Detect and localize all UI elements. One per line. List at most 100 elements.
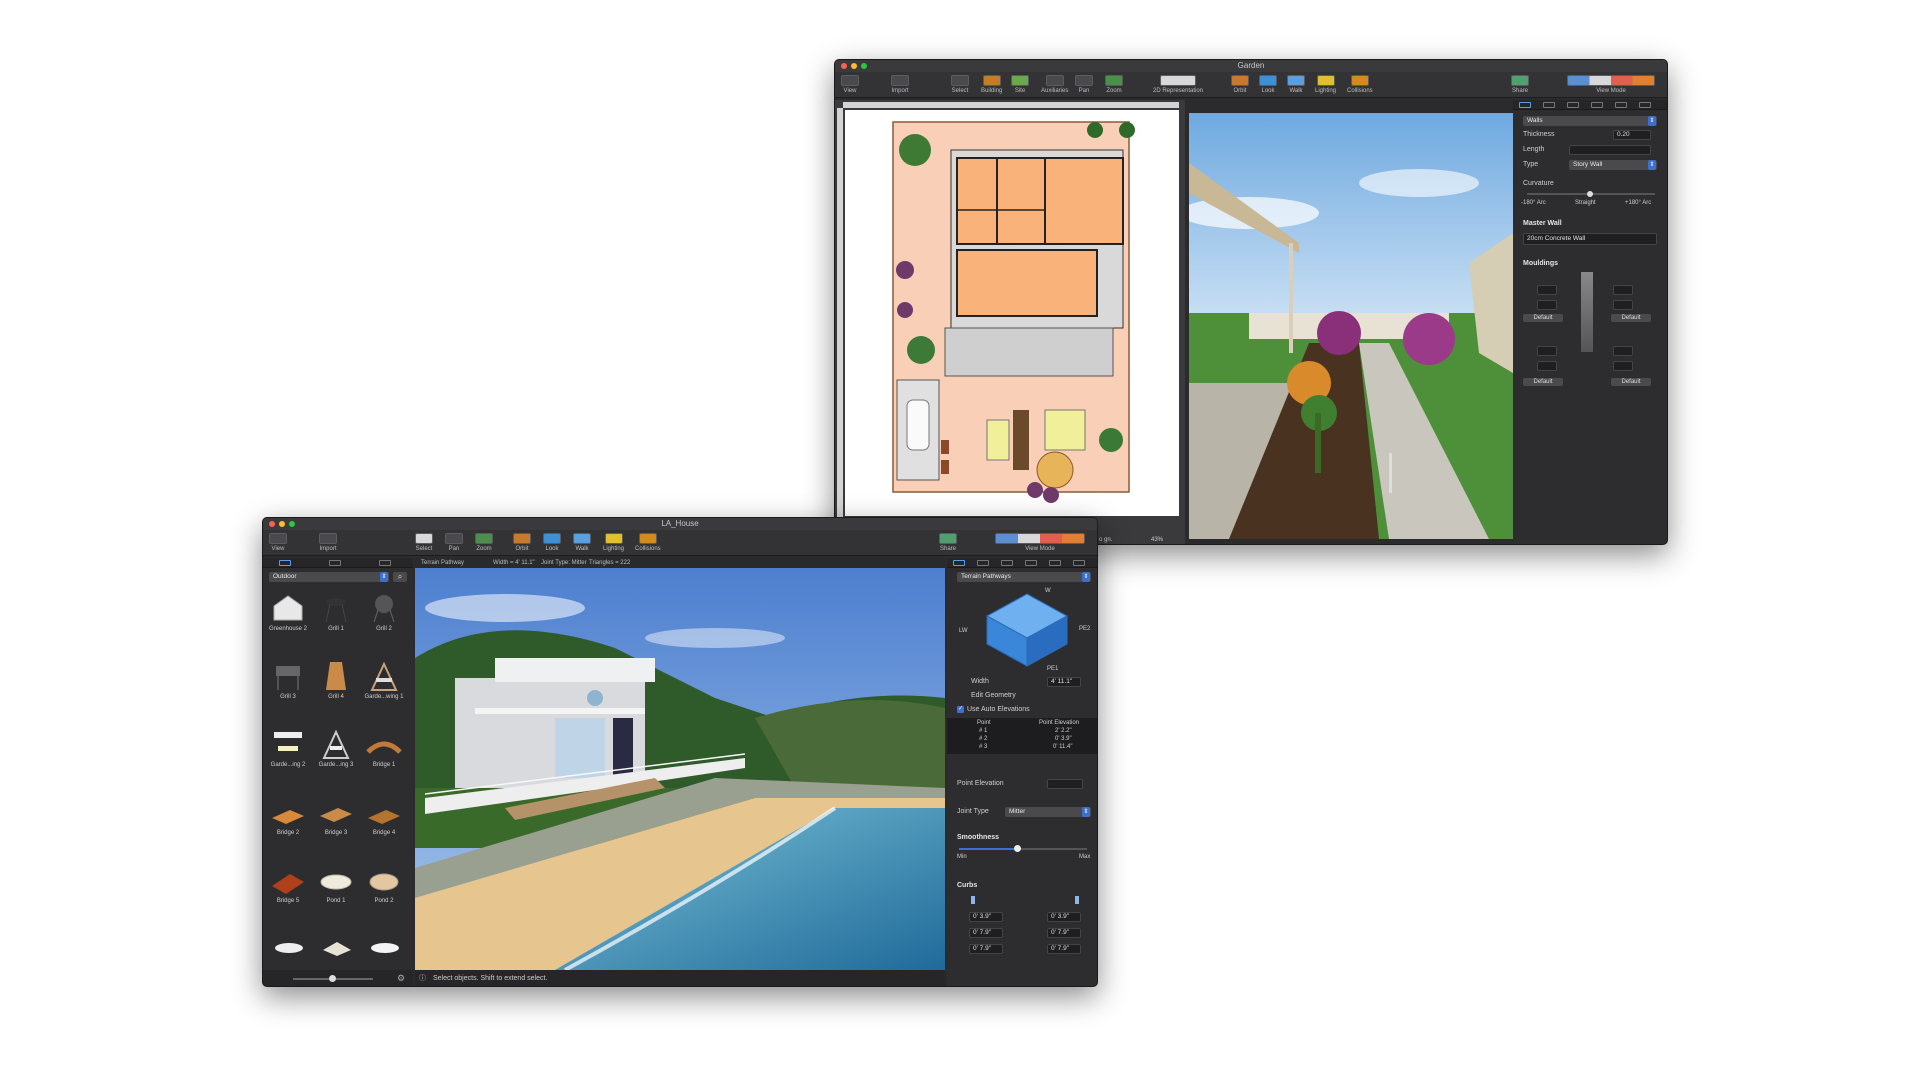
plan-view[interactable]: 43% o gn.: [835, 100, 1185, 544]
walk-tool[interactable]: Walk: [1287, 75, 1305, 94]
moulding-field-3[interactable]: [1613, 285, 1633, 295]
orbit-tool[interactable]: Orbit: [513, 533, 531, 552]
library-search-icon[interactable]: ⌕: [393, 572, 407, 582]
share-button[interactable]: Share: [939, 533, 957, 552]
pan-tool[interactable]: Pan: [1075, 75, 1093, 94]
zoom-button[interactable]: [289, 521, 295, 527]
point-elevation-field[interactable]: [1047, 779, 1083, 789]
look-tool[interactable]: Look: [543, 533, 561, 552]
curb-depth-left[interactable]: 0' 7.9": [969, 944, 1003, 954]
table-row[interactable]: # 2 0' 3.9": [947, 736, 1097, 744]
tab-objects-icon[interactable]: [279, 560, 291, 566]
tab-materials-icon[interactable]: [329, 560, 341, 566]
close-button[interactable]: [841, 63, 847, 69]
tab-settings-icon[interactable]: [1049, 560, 1061, 566]
library-zoom-thumb[interactable]: [329, 975, 336, 982]
share-button[interactable]: Share: [1511, 75, 1529, 94]
library-item[interactable]: Grill 1: [315, 592, 357, 632]
object-type-select[interactable]: Walls: [1523, 116, 1657, 126]
orbit-tool[interactable]: Orbit: [1231, 75, 1249, 94]
walk-tool[interactable]: Walk: [573, 533, 591, 552]
smoothness-slider[interactable]: [959, 845, 1087, 852]
joint-type-select[interactable]: Mitter: [1005, 807, 1091, 817]
library-item[interactable]: Bridge 2: [267, 796, 309, 836]
library-category-select[interactable]: Outdoor: [269, 572, 389, 582]
view-mode-group[interactable]: View Mode: [995, 533, 1085, 552]
tab-settings-icon[interactable]: [1615, 102, 1627, 108]
tab-materials-icon[interactable]: [1639, 102, 1651, 108]
zoom-button[interactable]: [861, 63, 867, 69]
moulding-field-6[interactable]: [1537, 361, 1557, 371]
lighting-tool[interactable]: Lighting: [603, 533, 624, 552]
moulding-default-bottom-right[interactable]: Default: [1611, 378, 1651, 386]
collisions-tool[interactable]: Collisions: [635, 533, 661, 552]
view-button[interactable]: View: [269, 533, 287, 552]
pan-tool[interactable]: Pan: [445, 533, 463, 552]
plan-zoom-level[interactable]: 43%: [1151, 537, 1163, 543]
import-button[interactable]: Import: [891, 75, 909, 94]
floor-plan[interactable]: [845, 110, 1179, 516]
zoom-tool[interactable]: Zoom: [475, 533, 493, 552]
import-button[interactable]: Import: [319, 533, 337, 552]
library-item[interactable]: Bridge 4: [363, 796, 405, 836]
wall-type-select[interactable]: Story Wall: [1569, 160, 1657, 170]
moulding-field-8[interactable]: [1613, 361, 1633, 371]
minimize-button[interactable]: [279, 521, 285, 527]
tab-camera-icon[interactable]: [1591, 102, 1603, 108]
view-button[interactable]: View: [841, 75, 859, 94]
tab-object-icon[interactable]: [953, 560, 965, 566]
tab-camera-icon[interactable]: [1025, 560, 1037, 566]
library-item[interactable]: Bridge 3: [315, 796, 357, 836]
moulding-field-5[interactable]: [1537, 346, 1557, 356]
close-button[interactable]: [269, 521, 275, 527]
auto-elevations-checkbox[interactable]: ✓: [957, 706, 964, 713]
auxiliaries-tool[interactable]: Auxiliaries: [1041, 75, 1068, 94]
width-field[interactable]: 4' 11.1": [1047, 677, 1081, 687]
tab-object-icon[interactable]: [1519, 102, 1531, 108]
thickness-field[interactable]: 0.20: [1613, 130, 1651, 140]
library-item[interactable]: Grill 4: [315, 660, 357, 700]
library-item[interactable]: Garde...ing 2: [267, 728, 309, 768]
2d-representation-button[interactable]: 2D Representation: [1153, 75, 1203, 94]
moulding-field-7[interactable]: [1613, 346, 1633, 356]
library-item[interactable]: Pond 1: [315, 864, 357, 904]
tab-materials-icon[interactable]: [1073, 560, 1085, 566]
length-field[interactable]: [1569, 145, 1651, 155]
library-item[interactable]: Grill 2: [363, 592, 405, 632]
zoom-tool[interactable]: Zoom: [1105, 75, 1123, 94]
minimize-button[interactable]: [851, 63, 857, 69]
moulding-field-1[interactable]: [1537, 285, 1557, 295]
tab-building-icon[interactable]: [1543, 102, 1555, 108]
site-tool[interactable]: Site: [1011, 75, 1029, 94]
table-row[interactable]: # 3 0' 11.4": [947, 744, 1097, 752]
library-item[interactable]: Bridge 5: [267, 864, 309, 904]
library-item[interactable]: Grill 3: [267, 660, 309, 700]
curb-height-right[interactable]: 0' 7.9": [1047, 928, 1081, 938]
building-tool[interactable]: Building: [981, 75, 1002, 94]
library-item[interactable]: Garde...wing 1: [363, 660, 405, 700]
moulding-default-top-left[interactable]: Default: [1523, 314, 1563, 322]
master-wall-select[interactable]: 20cm Concrete Wall: [1523, 233, 1657, 245]
view-mode-group[interactable]: View Mode: [1567, 75, 1655, 94]
smoothness-thumb[interactable]: [1013, 845, 1021, 852]
moulding-default-top-right[interactable]: Default: [1611, 314, 1651, 322]
look-tool[interactable]: Look: [1259, 75, 1277, 94]
object-type-select[interactable]: Terrain Pathways: [957, 572, 1091, 582]
tab-brush-icon[interactable]: [1001, 560, 1013, 566]
library-item[interactable]: Greenhouse 2: [267, 592, 309, 632]
lighting-tool[interactable]: Lighting: [1315, 75, 1336, 94]
curvature-thumb[interactable]: [1587, 191, 1593, 197]
garden-3d-view[interactable]: [1189, 113, 1513, 539]
select-tool[interactable]: Select: [951, 75, 969, 94]
moulding-field-2[interactable]: [1537, 300, 1557, 310]
house-3d-view[interactable]: Terrain Pathway Width = 4' 11.1" Joint T…: [415, 558, 945, 986]
library-zoom-slider[interactable]: [293, 975, 373, 982]
curb-width-left[interactable]: 0' 3.9": [969, 912, 1003, 922]
tab-building-icon[interactable]: [977, 560, 989, 566]
edit-geometry-button[interactable]: Edit Geometry: [971, 692, 1016, 699]
curb-height-left[interactable]: 0' 7.9": [969, 928, 1003, 938]
moulding-default-bottom-left[interactable]: Default: [1523, 378, 1563, 386]
table-row[interactable]: # 1 2' 2.2": [947, 728, 1097, 736]
library-item[interactable]: Pond 2: [363, 864, 405, 904]
moulding-field-4[interactable]: [1613, 300, 1633, 310]
